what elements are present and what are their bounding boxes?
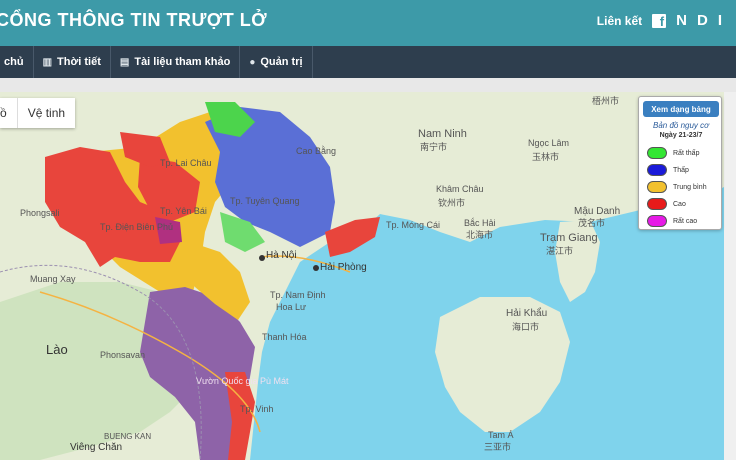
legend-label-very-low: Rất thấp [673, 149, 700, 157]
map-type-map[interactable]: ồ [0, 98, 18, 128]
label-wuzhou: 梧州市 [592, 96, 620, 106]
links-label: Liên kết [596, 13, 643, 28]
legend-level-very-high: Rất cao [647, 215, 697, 227]
label-yulin-cn: 玉林市 [532, 152, 560, 162]
map-type-control: ồ Vệ tinh [0, 98, 76, 128]
label-bueng: BUENG KAN [104, 432, 152, 441]
social-link-d[interactable]: D [697, 12, 708, 29]
label-beihai: Bắc Hải [464, 218, 496, 228]
site-title: CỔNG THÔNG TIN TRƯỢT LỞ [0, 10, 268, 30]
swatch-low [647, 164, 667, 176]
label-caobang: Cao Bằng [296, 146, 337, 156]
legend-label-high: Cao [673, 200, 686, 208]
legend-label-very-high: Rất cao [673, 217, 698, 225]
nav-admin-label: Quản trị [260, 56, 303, 68]
risk-legend: Xem dạng bảng Bản đồ nguy cơ Ngày 21-23/… [638, 96, 722, 230]
legend-title: Bản đồ nguy cơ [653, 121, 709, 130]
social-link-i[interactable]: I [718, 12, 722, 29]
main-nav: chủ ▥ Thời tiết ▤ Tài liệu tham khảo ● Q… [0, 46, 736, 78]
nav-weather[interactable]: ▥ Thời tiết [34, 46, 111, 78]
chat-icon: ● [249, 56, 256, 68]
nav-admin[interactable]: ● Quản trị [240, 46, 313, 78]
label-nanning: Nam Ninh [418, 128, 467, 140]
label-thanhhoa: Thanh Hóa [262, 332, 307, 342]
label-hoalu: Hoa Lư [276, 302, 307, 312]
social-link-n[interactable]: N [676, 12, 687, 29]
label-laichau: Tp. Lai Châu [160, 158, 212, 168]
nav-references[interactable]: ▤ Tài liệu tham khảo [111, 46, 241, 78]
map-type-satellite[interactable]: Vệ tinh [18, 98, 75, 128]
label-haikou: Hải Khẩu [506, 308, 548, 319]
legend-date: Ngày 21-23/7 [659, 132, 703, 139]
nav-home[interactable]: chủ [0, 46, 34, 78]
label-maoming-cn: 茂名市 [578, 218, 606, 228]
legend-level-medium: Trung bình [647, 181, 707, 193]
legend-label-low: Thấp [673, 166, 689, 174]
nav-weather-label: Thời tiết [57, 56, 101, 68]
label-vuquang: Vườn Quốc gia Pù Mát [196, 376, 289, 386]
label-phonsavan: Phonsavan [100, 350, 146, 360]
site-header: CỔNG THÔNG TIN TRƯỢT LỞ Liên kết f N D I [0, 0, 736, 46]
legend-level-very-low: Rất thấp [647, 147, 699, 159]
swatch-medium [647, 181, 667, 193]
label-vinh: Tp. Vinh [240, 404, 274, 414]
legend-level-low: Thấp [647, 164, 689, 176]
label-dienbien: Tp. Điện Biên Phủ [100, 222, 174, 232]
swatch-very-low [647, 147, 667, 159]
landslide-map[interactable]: Hà Nội Hải Phòng Nam Ninh 南宁市 Ngọc Lâm 玉… [0, 92, 724, 460]
label-yenbai: Tp. Yên Bái [160, 206, 207, 216]
hanoi-dot [259, 255, 265, 261]
label-haikou-cn: 海口市 [512, 322, 540, 332]
view-table-button[interactable]: Xem dạng bảng [643, 101, 719, 117]
label-phongsaly: Phongsali [20, 208, 60, 218]
label-vientiane: Viêng Chăn [70, 442, 123, 453]
label-zhanjiang-cn: 湛江市 [546, 246, 574, 256]
label-namdinh: Tp. Nam Định [270, 290, 326, 300]
book-icon: ▤ [119, 56, 130, 68]
label-nanning-cn: 南宁市 [420, 142, 448, 152]
haiphong-dot [313, 265, 319, 271]
label-yulin: Ngọc Lâm [528, 138, 570, 148]
nav-home-label: chủ [4, 56, 24, 68]
label-haiphong: Hải Phòng [320, 262, 367, 273]
label-sanya: Tam Á [488, 430, 514, 440]
legend-label-medium: Trung bình [673, 183, 707, 191]
facebook-icon[interactable]: f [652, 13, 667, 28]
nav-references-label: Tài liệu tham khảo [134, 56, 231, 68]
label-laos: Lào [46, 342, 68, 357]
label-sanya-cn: 三亚市 [484, 442, 512, 452]
label-tuyenquang: Tp. Tuyên Quang [230, 196, 300, 206]
header-links: Liên kết f N D I [597, 12, 722, 29]
label-zhanjiang: Trạm Giang [540, 232, 598, 244]
bar-chart-icon: ▥ [42, 56, 53, 68]
swatch-high [647, 198, 667, 210]
label-qinzhou: Khâm Châu [436, 184, 484, 194]
map-edge [724, 92, 736, 460]
land-hainan [435, 297, 570, 432]
label-beihai-cn: 北海市 [466, 230, 494, 240]
label-qinzhou-cn: 钦州市 [438, 198, 466, 208]
legend-level-high: Cao [647, 198, 686, 210]
map-canvas [0, 92, 724, 460]
map-toolbar-gap [0, 78, 736, 92]
label-mongcai: Tp. Móng Cái [386, 220, 441, 230]
label-hanoi: Hà Nội [266, 250, 297, 261]
swatch-very-high [647, 215, 667, 227]
label-muongla: Muang Xay [30, 274, 76, 284]
